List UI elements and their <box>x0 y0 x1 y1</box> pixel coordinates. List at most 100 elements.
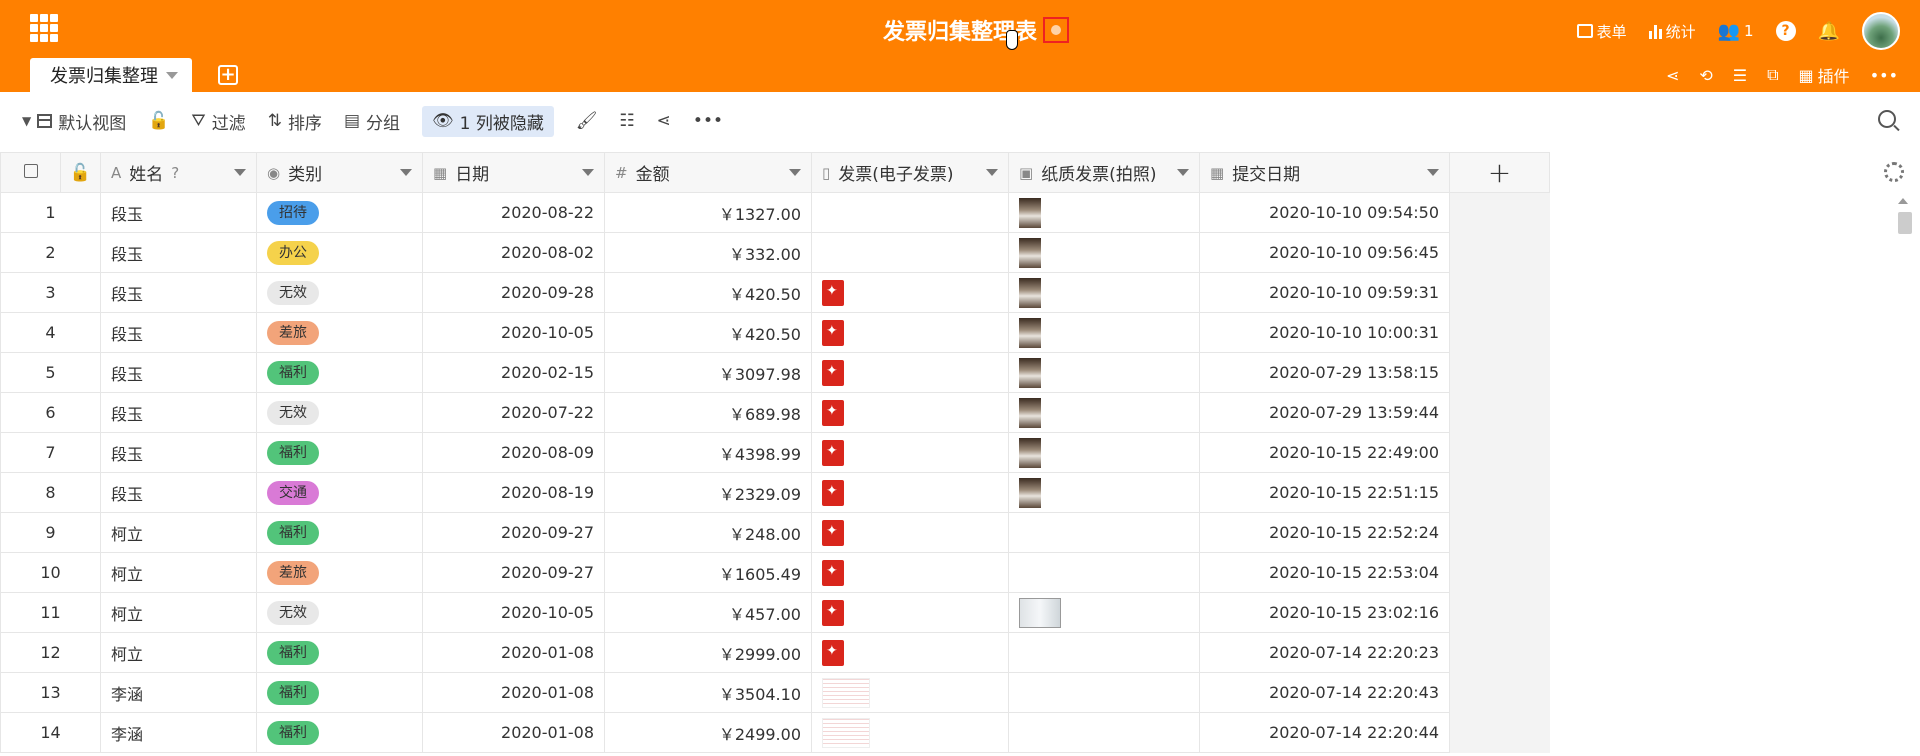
cell-amount[interactable]: ￥1327.00 <box>604 192 812 233</box>
cell-einvoice[interactable] <box>811 312 1009 353</box>
photo-thumbnail[interactable] <box>1019 397 1041 428</box>
cell-submitted[interactable]: 2020-10-15 22:51:15 <box>1199 472 1450 513</box>
cell-category[interactable]: 交通 <box>256 472 423 513</box>
photo-thumbnail[interactable] <box>1019 357 1041 388</box>
cell-category[interactable]: 福利 <box>256 672 423 713</box>
cell-einvoice[interactable] <box>811 512 1009 553</box>
cell-category[interactable]: 福利 <box>256 632 423 673</box>
cell-category[interactable]: 办公 <box>256 232 423 273</box>
table-row[interactable]: 7段玉福利 2020-08-09￥4398.99 2020-10-15 22:49:… <box>0 432 1550 473</box>
cell-einvoice[interactable] <box>811 712 1009 753</box>
cell-amount[interactable]: ￥3504.10 <box>604 672 812 713</box>
cell-submitted[interactable]: 2020-07-29 13:59:44 <box>1199 392 1450 433</box>
cell-category[interactable]: 无效 <box>256 392 423 433</box>
cell-category[interactable]: 差旅 <box>256 552 423 593</box>
cell-submitted[interactable]: 2020-10-10 09:54:50 <box>1199 192 1450 233</box>
table-row[interactable]: 11柯立无效 2020-10-05￥457.00 2020-10-15 23:02:… <box>0 592 1550 633</box>
row-number[interactable]: 7 <box>0 432 101 473</box>
cell-amount[interactable]: ￥3097.98 <box>604 352 812 393</box>
cell-date[interactable]: 2020-01-08 <box>422 672 605 713</box>
pdf-file-icon[interactable] <box>822 439 844 466</box>
cell-einvoice[interactable] <box>811 472 1009 513</box>
cell-photo[interactable] <box>1008 552 1200 593</box>
row-number[interactable]: 13 <box>0 672 101 713</box>
row-number[interactable]: 6 <box>0 392 101 433</box>
cell-photo[interactable] <box>1008 632 1200 673</box>
row-number[interactable]: 9 <box>0 512 101 553</box>
cell-category[interactable]: 无效 <box>256 592 423 633</box>
cell-category[interactable]: 福利 <box>256 432 423 473</box>
cell-submitted[interactable]: 2020-10-10 09:56:45 <box>1199 232 1450 273</box>
cell-amount[interactable]: ￥420.50 <box>604 312 812 353</box>
photo-thumbnail[interactable] <box>1019 237 1041 268</box>
cell-name[interactable]: 段玉 <box>100 312 257 353</box>
pdf-file-icon[interactable] <box>822 599 844 626</box>
cell-photo[interactable] <box>1008 232 1200 273</box>
cell-name[interactable]: 李涵 <box>100 672 257 713</box>
table-row[interactable]: 14 李涵 福利 2020-01-08 ￥2499.00 2020-07-14 22:20… <box>0 712 1550 753</box>
plugins-button[interactable]: ▦ 插件 <box>1799 63 1850 87</box>
share-icon[interactable]: ⋖ <box>1666 66 1679 85</box>
pdf-file-icon[interactable] <box>822 639 844 666</box>
cell-photo[interactable] <box>1008 272 1200 313</box>
cell-submitted[interactable]: 2020-10-10 10:00:31 <box>1199 312 1450 353</box>
table-row[interactable]: 8段玉交通 2020-08-19￥2329.09 2020-10-15 22:51:… <box>0 472 1550 513</box>
table-row[interactable]: 2 段玉 办公 2020-08-02 ￥332.00 2020-10-10 09:56:4… <box>0 232 1550 273</box>
cell-submitted[interactable]: 2020-07-14 22:20:44 <box>1199 712 1450 753</box>
settings-sliders-icon[interactable]: ☰ <box>1733 66 1747 85</box>
col-header-amount[interactable]: # 金额 <box>604 152 812 193</box>
cell-name[interactable]: 段玉 <box>100 352 257 393</box>
cell-photo[interactable] <box>1008 392 1200 433</box>
cell-photo[interactable] <box>1008 672 1200 713</box>
scroll-up-arrow[interactable] <box>1898 198 1908 204</box>
cell-date[interactable]: 2020-08-09 <box>422 432 605 473</box>
pdf-file-icon[interactable] <box>822 279 844 306</box>
cell-amount[interactable]: ￥2999.00 <box>604 632 812 673</box>
cell-amount[interactable]: ￥4398.99 <box>604 432 812 473</box>
row-number[interactable]: 11 <box>0 592 101 633</box>
cell-category[interactable]: 福利 <box>256 712 423 753</box>
table-row[interactable]: 13 李涵 福利 2020-01-08 ￥3504.10 2020-07-14 22:20… <box>0 672 1550 713</box>
cell-date[interactable]: 2020-10-05 <box>422 592 605 633</box>
cell-date[interactable]: 2020-02-15 <box>422 352 605 393</box>
stats-button[interactable]: 统计 <box>1648 21 1696 42</box>
cell-submitted[interactable]: 2020-10-15 23:02:16 <box>1199 592 1450 633</box>
cell-submitted[interactable]: 2020-10-15 22:49:00 <box>1199 432 1450 473</box>
row-number[interactable]: 1 <box>0 192 101 233</box>
dropdown-icon[interactable] <box>400 169 412 176</box>
cell-category[interactable]: 福利 <box>256 512 423 553</box>
select-all-checkbox[interactable] <box>23 163 38 178</box>
vertical-scrollbar[interactable] <box>1898 212 1912 234</box>
cell-date[interactable]: 2020-07-22 <box>422 392 605 433</box>
search-icon[interactable] <box>1878 110 1896 128</box>
cell-name[interactable]: 柯立 <box>100 552 257 593</box>
photo-thumbnail[interactable] <box>1019 437 1041 468</box>
cell-date[interactable]: 2020-01-08 <box>422 632 605 673</box>
code-icon[interactable]: ⧉ <box>1767 65 1778 85</box>
invoice-thumbnail[interactable] <box>822 717 870 748</box>
cell-date[interactable]: 2020-01-08 <box>422 712 605 753</box>
cell-amount[interactable]: ￥248.00 <box>604 512 812 553</box>
pdf-file-icon[interactable] <box>822 479 844 506</box>
form-button[interactable]: 表单 <box>1576 21 1627 42</box>
photo-thumbnail[interactable] <box>1019 477 1041 508</box>
cell-photo[interactable] <box>1008 712 1200 753</box>
avatar[interactable] <box>1862 12 1900 50</box>
row-number[interactable]: 2 <box>0 232 101 273</box>
cell-einvoice[interactable] <box>811 552 1009 593</box>
cell-name[interactable]: 柯立 <box>100 592 257 633</box>
cell-amount[interactable]: ￥420.50 <box>604 272 812 313</box>
row-number[interactable]: 10 <box>0 552 101 593</box>
cell-name[interactable]: 李涵 <box>100 712 257 753</box>
help-icon[interactable]: ? <box>1775 21 1796 41</box>
row-number[interactable]: 14 <box>0 712 101 753</box>
cell-photo[interactable] <box>1008 192 1200 233</box>
invoice-thumbnail[interactable] <box>822 677 870 708</box>
cell-date[interactable]: 2020-09-27 <box>422 552 605 593</box>
sort-button[interactable]: ⇅ 排序 <box>268 109 322 134</box>
cell-name[interactable]: 段玉 <box>100 192 257 233</box>
dropdown-icon[interactable] <box>582 169 594 176</box>
lock-header[interactable]: 🔓 <box>60 152 101 193</box>
photo-thumbnail[interactable] <box>1019 597 1061 628</box>
cell-amount[interactable]: ￥457.00 <box>604 592 812 633</box>
